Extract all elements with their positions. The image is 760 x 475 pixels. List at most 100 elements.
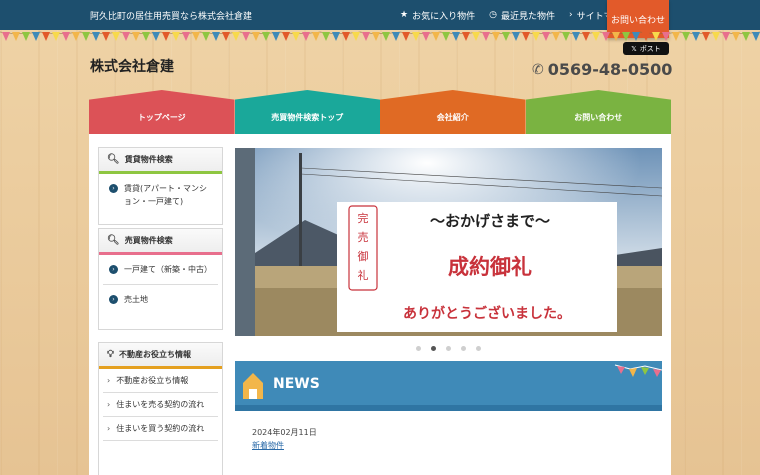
bunting-flag: [2, 32, 10, 41]
bunting-flag: [692, 32, 700, 41]
bunting-flag: [312, 32, 320, 41]
bunting-flag: [562, 32, 570, 41]
rent-search-title: 賃貸物件検索: [124, 155, 173, 164]
bunting-flag: [102, 32, 110, 41]
bunting-flag: [392, 32, 400, 41]
nav-top-page[interactable]: トップページ: [89, 90, 235, 134]
bunting-flag: [602, 32, 610, 41]
stamp-char: 礼: [358, 268, 369, 282]
slider-dot[interactable]: [476, 346, 481, 351]
slider-dot[interactable]: [416, 346, 421, 351]
bunting-flag: [202, 32, 210, 41]
rent-search-box: 🔍︎ 賃貸物件検索 › 賃貸(アパート・マンション・一戸建て): [98, 147, 223, 225]
x-post-label: ポスト: [639, 44, 661, 53]
sidebar-item-buying-flow[interactable]: › 住まいを買う契約の流れ: [103, 417, 218, 441]
bunting-flag: [262, 32, 270, 41]
bunting-flag: [12, 32, 20, 41]
bunting-flag: [452, 32, 460, 41]
bunting-flag: [492, 32, 500, 41]
bunting-flag: [152, 32, 160, 41]
bunting-flag: [172, 32, 180, 41]
info-header: 💡︎ 不動産お役立ち情報: [99, 343, 222, 369]
recently-viewed-label: 最近見た物件: [500, 11, 555, 22]
recently-viewed-link[interactable]: ◷ 最近見た物件: [489, 9, 555, 22]
bunting-flag: [472, 32, 480, 41]
nav-company-label: 会社紹介: [436, 112, 469, 122]
x-logo-icon: 𝕏: [631, 44, 637, 53]
bunting-flag: [712, 32, 720, 41]
nav-top-page-label: トップページ: [137, 112, 186, 122]
sidebar-item-selling-flow[interactable]: › 住まいを売る契約の流れ: [103, 393, 218, 417]
sidebar-item-label: 一戸建て（新築・中古）: [124, 265, 212, 274]
bunting-flag: [652, 32, 660, 41]
nav-company[interactable]: 会社紹介: [380, 90, 526, 134]
bunting-flag: [42, 32, 50, 41]
bunting-flag: [422, 32, 430, 41]
bunting-flag: [632, 32, 640, 41]
chevron-right-icon: ›: [568, 10, 573, 20]
sidebar-item-label: 賃貸(アパート・マンション・一戸建て): [124, 184, 207, 206]
news-link[interactable]: 新着物件: [252, 440, 284, 451]
site-logo[interactable]: 株式会社倉建: [90, 56, 174, 76]
search-icon: 🔍︎: [107, 235, 120, 246]
bunting-flag: [332, 32, 340, 41]
bunting-flag: [382, 32, 390, 41]
favorites-link[interactable]: ★ お気に入り物件: [400, 9, 475, 22]
bunting-flag: [342, 32, 350, 41]
news-title: NEWS: [273, 376, 320, 392]
bunting-flag: [212, 32, 220, 41]
slider-dot[interactable]: [446, 346, 451, 351]
stamp-char: 御: [358, 249, 369, 263]
chevron-right-icon: ›: [109, 184, 118, 193]
bunting-flag: [62, 32, 70, 41]
bunting-flag: [682, 32, 690, 41]
sign-line-3: ありがとうございました。: [403, 305, 571, 322]
phone-number-text: 0569-48-0500: [547, 60, 673, 79]
sidebar-item-label: 住まいを買う契約の流れ: [116, 424, 205, 433]
bunting-flag: [92, 32, 100, 41]
bunting-flag: [512, 32, 520, 41]
x-post-button[interactable]: 𝕏 ポスト: [623, 42, 669, 55]
clock-icon: ◷: [489, 10, 497, 20]
bunting-flag: [612, 32, 620, 41]
stamp-char: 売: [358, 231, 369, 244]
slider-dot[interactable]: [461, 346, 466, 351]
sidebar-item-land[interactable]: › 売土地: [103, 285, 218, 314]
bunting-flag: [732, 32, 740, 41]
bunting-flag: [582, 32, 590, 41]
sale-search-box: 🔍︎ 売買物件検索 › 一戸建て（新築・中古） › 売土地: [98, 228, 223, 330]
nav-contact[interactable]: お問い合わせ: [525, 90, 671, 134]
bunting-flag: [522, 32, 530, 41]
bunting-flag: [672, 32, 680, 41]
bunting-flag: [302, 32, 310, 41]
stamp-char: 完: [358, 211, 369, 225]
bunting-flag: [412, 32, 420, 41]
bunting-flag: [442, 32, 450, 41]
bunting-flag: [592, 32, 600, 41]
chevron-right-icon: ›: [109, 295, 118, 304]
bunting-flag: [52, 32, 60, 41]
bunting-flag: [372, 32, 380, 41]
bunting-flag: [622, 32, 630, 41]
search-icon: 🔍︎: [107, 154, 120, 165]
bunting-flag: [322, 32, 330, 41]
bunting-flag: [432, 32, 440, 41]
bunting-flag: [72, 32, 80, 41]
sign-line-1: 〜おかげさまで〜: [430, 212, 550, 230]
sidebar-item-label: 不動産お役立ち情報: [116, 376, 189, 385]
slider-dot-active[interactable]: [431, 346, 436, 351]
info-title: 不動産お役立ち情報: [119, 350, 191, 359]
sidebar-item-house[interactable]: › 一戸建て（新築・中古）: [103, 255, 218, 285]
sidebar-item-rent-all[interactable]: › 賃貸(アパート・マンション・一戸建て): [103, 174, 218, 216]
news-header: NEWS: [235, 361, 662, 411]
hero-slider[interactable]: 完 売 御 礼 〜おかげさまで〜 成約御礼 ありがとうございました。: [235, 148, 662, 336]
bunting-flag: [532, 32, 540, 41]
bunting-flag: [82, 32, 90, 41]
bunting-flag: [722, 32, 730, 41]
bunting-flag: [22, 32, 30, 41]
bunting-flag: [192, 32, 200, 41]
bunting-flag: [272, 32, 280, 41]
nav-contact-label: お問い合わせ: [574, 112, 623, 122]
sidebar-item-info[interactable]: › 不動産お役立ち情報: [103, 369, 218, 393]
nav-sale-search[interactable]: 売買物件検索トップ: [234, 90, 380, 134]
